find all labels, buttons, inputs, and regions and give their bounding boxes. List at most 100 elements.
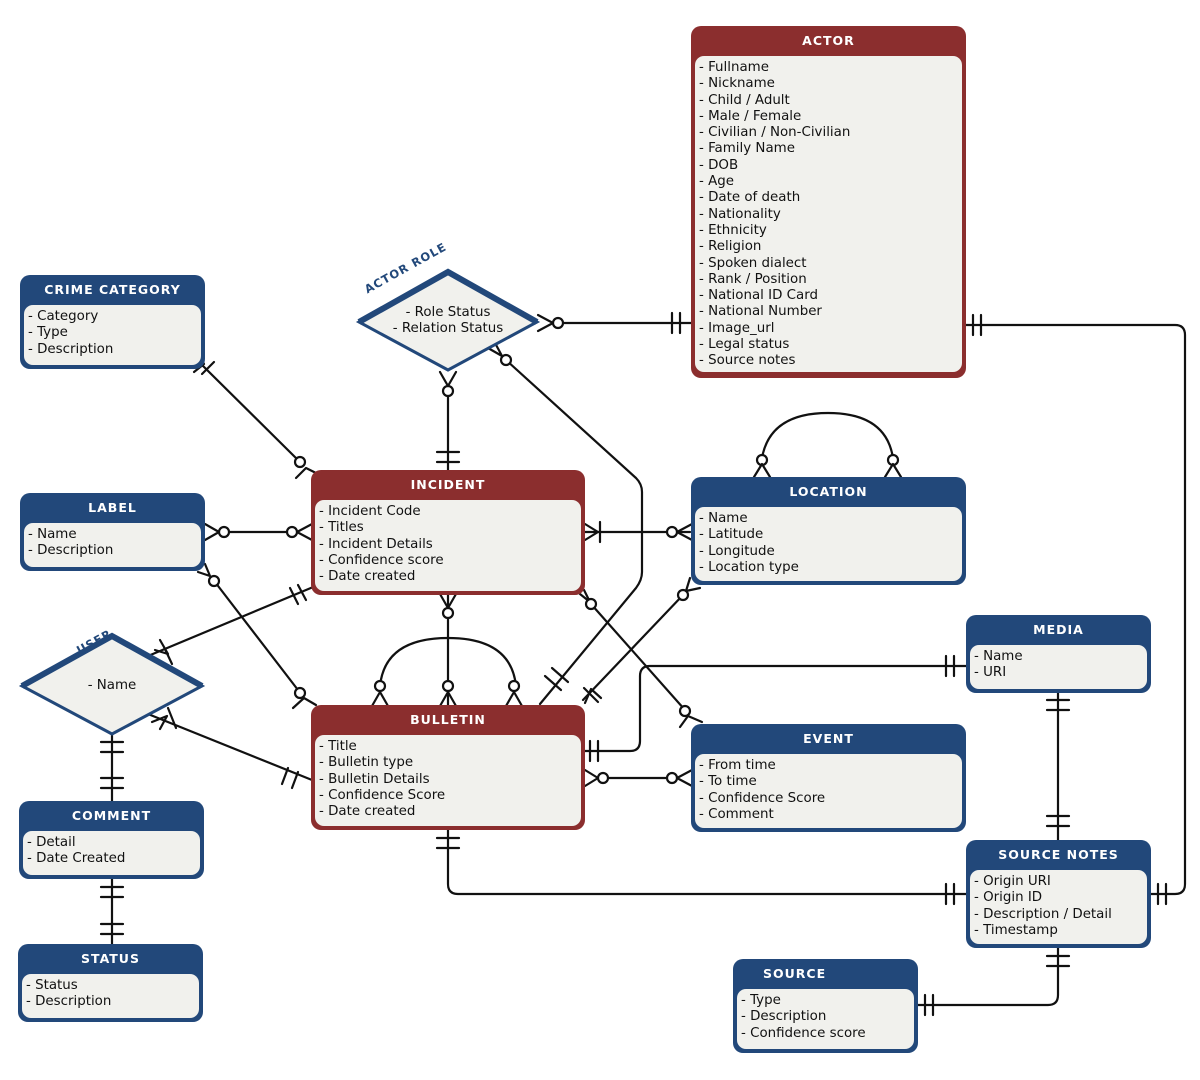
field: - Title	[319, 739, 357, 754]
actor-role-field: - Relation Status	[392, 321, 504, 337]
entity-comment[interactable]: COMMENT - Detail - Date Created	[19, 801, 204, 879]
field: - DOB	[699, 157, 739, 173]
link-actor-source-notes	[963, 313, 1187, 906]
entity-label[interactable]: LABEL - Name - Description	[20, 493, 205, 571]
field: - Date created	[319, 569, 416, 585]
field: - Status	[26, 978, 78, 993]
field: - Fullname	[699, 60, 769, 75]
field: - Name	[974, 649, 1023, 664]
entity-title: BULLETIN	[410, 712, 486, 727]
entity-fields: - Detail - Date Created	[23, 831, 200, 875]
field: - Bulletin type	[319, 755, 414, 771]
entity-fields: - Category - Type - Description	[24, 305, 201, 365]
entity-fields: - From time - To time - Confidence Score…	[695, 754, 962, 828]
field: - Source notes	[699, 353, 796, 369]
field: - Rank / Position	[699, 271, 807, 287]
entity-fields: - Type - Description - Confidence score	[737, 989, 914, 1049]
field: - Spoken dialect	[699, 255, 807, 271]
field: - From time	[699, 758, 776, 773]
entity-title: INCIDENT	[410, 477, 486, 492]
entity-title: SOURCE NOTES	[998, 847, 1119, 862]
entity-fields: - Incident Code - Titles - Incident Deta…	[315, 500, 581, 591]
entity-fields: - Name - Description	[24, 523, 201, 567]
link-bulletin-event	[583, 768, 694, 788]
field: - Date created	[319, 804, 416, 820]
actor-role-fields: - Role Status - Relation Status	[378, 305, 518, 338]
field: - Description	[26, 994, 112, 1010]
field: - Age	[699, 174, 734, 190]
entity-crime-category[interactable]: CRIME CATEGORY - Category - Type - Descr…	[20, 275, 205, 369]
entity-location[interactable]: LOCATION - Name - Latitude - Longitude -…	[691, 477, 966, 585]
link-incident-location	[583, 520, 694, 544]
field: - Family Name	[699, 141, 795, 157]
field: - Child / Adult	[699, 92, 790, 108]
field: - Longitude	[699, 543, 775, 559]
field: - URI	[974, 665, 1007, 681]
field: - Male / Female	[699, 108, 802, 124]
entity-title: ACTOR	[802, 33, 855, 48]
entity-status[interactable]: STATUS - Status - Description	[18, 944, 203, 1022]
entity-incident[interactable]: INCIDENT - Incident Code - Titles - Inci…	[311, 470, 585, 595]
link-bulletin-location	[581, 576, 702, 705]
link-bulletin-source-notes	[435, 828, 968, 906]
entity-fields: - Status - Description	[22, 974, 199, 1018]
field: - Nickname	[699, 76, 775, 92]
entity-source[interactable]: SOURCE - Type - Description - Confidence…	[733, 959, 918, 1053]
entity-title: LABEL	[88, 500, 137, 515]
link-user-incident	[146, 583, 320, 666]
entity-media[interactable]: MEDIA - Name - URI	[966, 615, 1151, 693]
link-source-source-notes	[914, 944, 1071, 1017]
link-user-comment	[99, 731, 125, 804]
field: - Incident Details	[319, 536, 433, 552]
entity-title: CRIME CATEGORY	[44, 282, 181, 297]
field: - Confidence Score	[699, 790, 826, 806]
field: - Incident Code	[319, 504, 421, 519]
entity-bulletin[interactable]: BULLETIN - Title - Bulletin type - Bulle…	[311, 705, 585, 830]
link-user-bulletin	[146, 706, 314, 790]
field: - Description	[741, 1009, 827, 1025]
field: - Ethnicity	[699, 222, 767, 238]
field: - Detail	[27, 835, 76, 850]
field: - National ID Card	[699, 288, 818, 304]
field: - Name	[28, 527, 77, 542]
field: - Nationality	[699, 206, 781, 222]
entity-title: STATUS	[81, 951, 140, 966]
entity-event[interactable]: EVENT - From time - To time - Confidence…	[691, 724, 966, 832]
field: - Description	[28, 543, 114, 559]
entity-fields: - Origin URI - Origin ID - Description /…	[970, 870, 1147, 944]
field: - Bulletin Details	[319, 771, 430, 787]
field: - Category	[28, 309, 99, 324]
field: - To time	[699, 774, 757, 790]
field: - Titles	[319, 520, 364, 536]
field: - Origin URI	[974, 874, 1051, 889]
entity-fields: - Name - URI	[970, 645, 1147, 689]
field: - Confidence score	[741, 1025, 866, 1041]
entity-fields: - Fullname - Nickname - Child / Adult - …	[695, 56, 962, 372]
entity-title: SOURCE	[763, 966, 827, 981]
field: - Confidence Score	[319, 787, 446, 803]
field: - Name	[699, 511, 748, 526]
entity-title: MEDIA	[1033, 622, 1084, 637]
field: - National Number	[699, 304, 822, 320]
field: - Type	[741, 993, 781, 1008]
link-label-incident	[203, 522, 314, 542]
field: - Origin ID	[974, 890, 1043, 906]
field: - Image_url	[699, 320, 775, 336]
entity-source-notes[interactable]: SOURCE NOTES - Origin URI - Origin ID - …	[966, 840, 1151, 948]
field: - Type	[28, 325, 68, 341]
field: - Latitude	[699, 527, 764, 543]
field: - Description	[28, 341, 114, 357]
link-actor-role-actor	[536, 311, 694, 335]
link-comment-status	[99, 876, 125, 947]
entity-title: EVENT	[803, 731, 854, 746]
entity-title: LOCATION	[789, 484, 868, 499]
field: - Comment	[699, 806, 774, 822]
field: - Date Created	[27, 851, 126, 867]
link-media-source-notes	[1045, 688, 1071, 844]
entity-fields: - Title - Bulletin type - Bulletin Detai…	[315, 735, 581, 826]
user-field: - Name	[87, 678, 137, 693]
entity-fields: - Name - Latitude - Longitude - Location…	[695, 507, 962, 581]
entity-actor[interactable]: ACTOR - Fullname - Nickname - Child / Ad…	[691, 26, 966, 378]
link-location-self	[752, 411, 903, 479]
field: - Date of death	[699, 190, 801, 206]
